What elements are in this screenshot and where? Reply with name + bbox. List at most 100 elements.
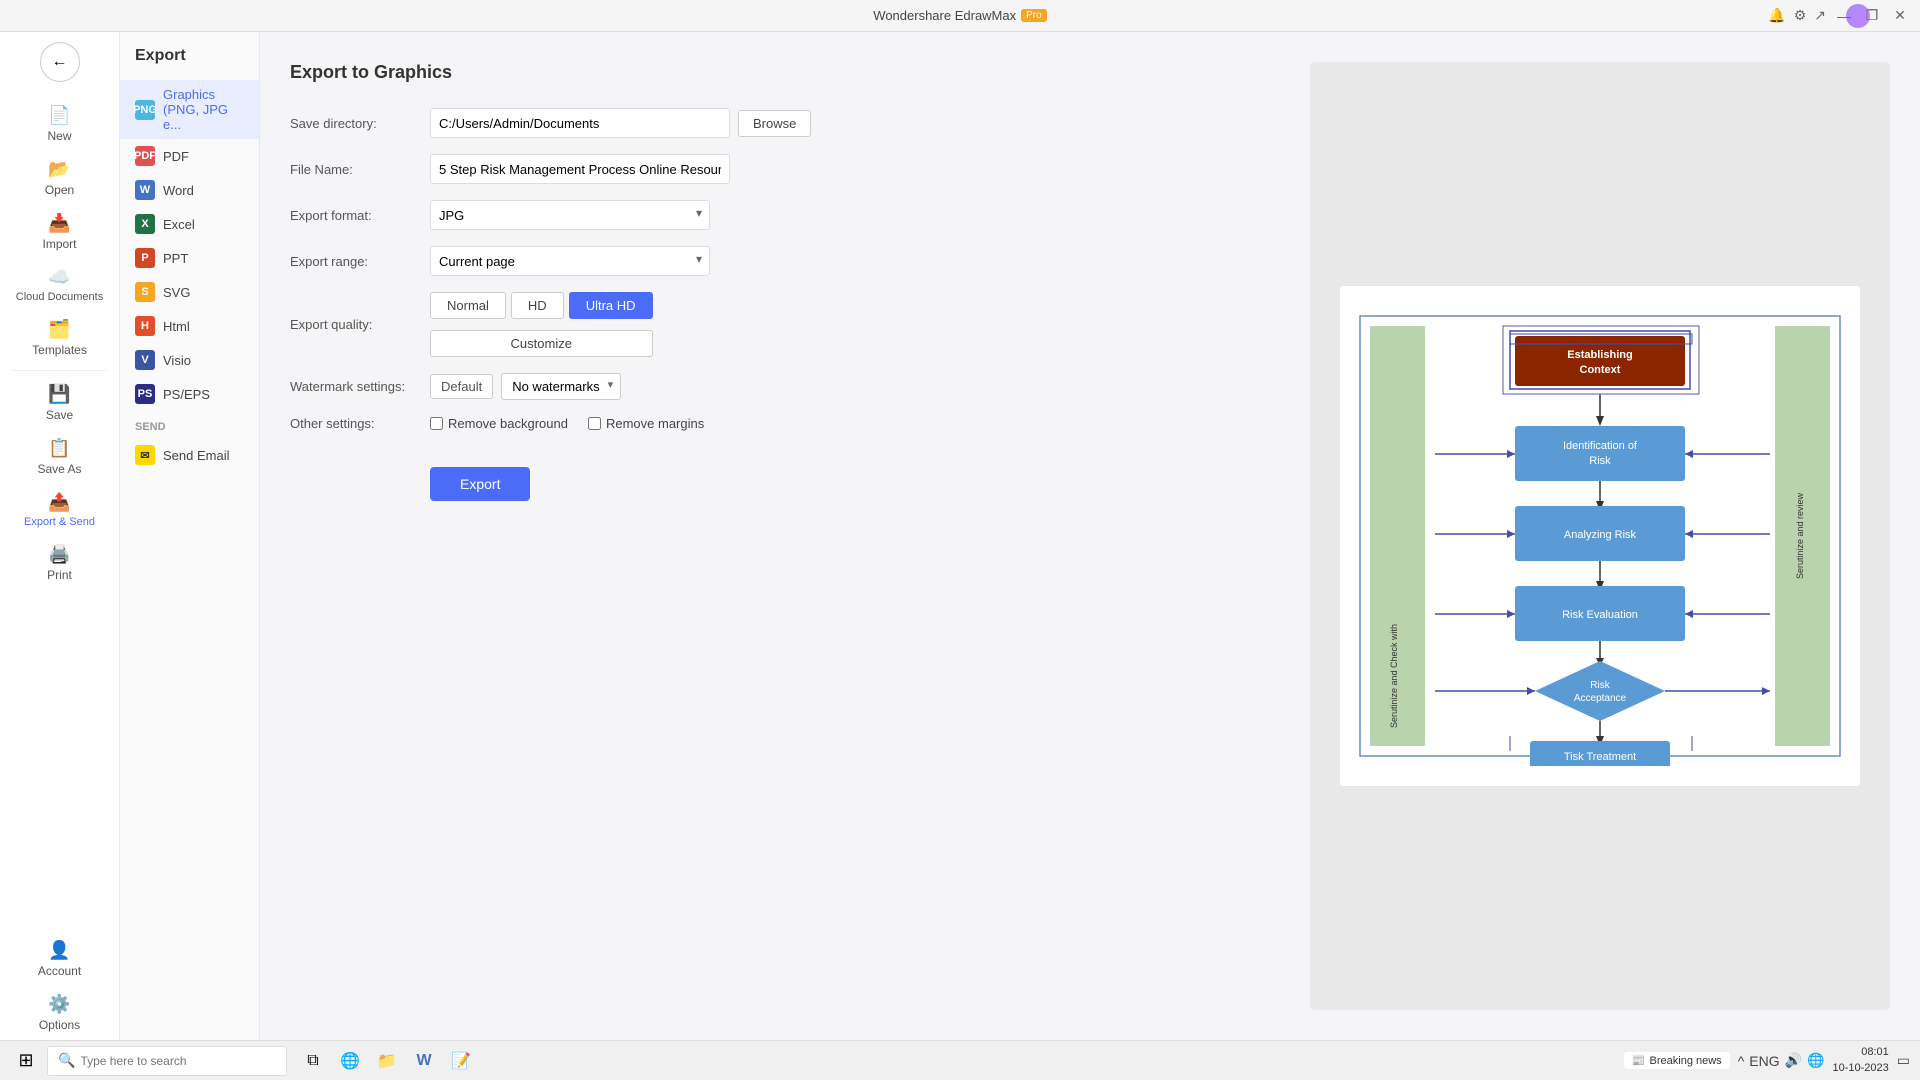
preview-area: Serutinize and Check with Serutinize and… xyxy=(1310,62,1890,1010)
maximize-button[interactable]: ❐ xyxy=(1862,6,1882,26)
back-button[interactable]: ← xyxy=(40,42,80,82)
import-icon: 📥 xyxy=(48,213,70,234)
export-format-html[interactable]: H Html xyxy=(120,309,259,343)
network-icon[interactable]: 🌐 xyxy=(1807,1052,1824,1069)
news-label: Breaking news xyxy=(1650,1055,1722,1067)
print-label: Print xyxy=(47,568,72,582)
watermark-label: Watermark settings: xyxy=(290,379,430,394)
export-range-select-wrapper: Current page All pages Selected pages xyxy=(430,246,710,276)
customize-button[interactable]: Customize xyxy=(430,330,653,357)
account-label: Account xyxy=(38,964,81,978)
export-format-pdf[interactable]: PDF PDF xyxy=(120,139,259,173)
export-range-select[interactable]: Current page All pages Selected pages xyxy=(430,246,710,276)
templates-label: Templates xyxy=(32,343,87,357)
window-controls: 🔔 ⚙ ↗ — ❐ ✕ xyxy=(1768,6,1910,26)
svg-text:Tisk Treatment: Tisk Treatment xyxy=(1564,751,1636,763)
remove-margins-label[interactable]: Remove margins xyxy=(588,416,704,431)
minimize-button[interactable]: — xyxy=(1834,6,1854,26)
export-format-ppt[interactable]: P PPT xyxy=(120,241,259,275)
watermark-select-wrapper: No watermarks Company logo Custom text xyxy=(501,373,621,400)
search-icon: 🔍 xyxy=(58,1052,75,1069)
clock[interactable]: 08:01 10-10-2023 xyxy=(1832,1045,1888,1076)
show-desktop-button[interactable]: ▭ xyxy=(1897,1052,1910,1069)
ppt-label: PPT xyxy=(163,251,188,266)
save-icon: 💾 xyxy=(48,384,70,405)
share-icon[interactable]: ↗ xyxy=(1814,7,1826,24)
quality-group: Normal HD Ultra HD xyxy=(430,292,653,319)
extra-app-button[interactable]: 📝 xyxy=(445,1045,477,1077)
search-input[interactable] xyxy=(80,1054,260,1068)
export-format-select[interactable]: JPG PNG BMP SVG TIFF xyxy=(430,200,710,230)
search-box[interactable]: 🔍 xyxy=(47,1046,287,1076)
ppt-icon: P xyxy=(135,248,155,268)
sidebar: ← 📄 New 📂 Open 📥 Import ☁️ Cloud Documen… xyxy=(0,32,120,1040)
settings-icon[interactable]: ⚙ xyxy=(1794,7,1807,24)
export-format-svg[interactable]: S SVG xyxy=(120,275,259,309)
remove-margins-checkbox[interactable] xyxy=(588,417,601,430)
sidebar-item-account[interactable]: 👤 Account xyxy=(0,932,119,986)
word-label: Word xyxy=(163,183,194,198)
quality-normal-button[interactable]: Normal xyxy=(430,292,506,319)
flowchart-diagram: Serutinize and Check with Serutinize and… xyxy=(1355,301,1845,771)
taskbar-right: 📰 Breaking news ^ ENG 🔊 🌐 08:01 10-10-20… xyxy=(1624,1045,1910,1076)
sidebar-item-cloud[interactable]: ☁️ Cloud Documents xyxy=(0,259,119,311)
task-view-button[interactable]: ⧉ xyxy=(297,1045,329,1077)
export-format-ps[interactable]: PS PS/EPS xyxy=(120,377,259,411)
export-format-excel[interactable]: X Excel xyxy=(120,207,259,241)
close-button[interactable]: ✕ xyxy=(1890,6,1910,26)
export-format-word[interactable]: W Word xyxy=(120,173,259,207)
watermark-preset: Default xyxy=(430,374,493,399)
watermark-group: Default No watermarks Company logo Custo… xyxy=(430,373,621,400)
edge-browser-button[interactable]: 🌐 xyxy=(334,1045,366,1077)
sidebar-item-options[interactable]: ⚙️ Options xyxy=(0,986,119,1040)
export-format-label: Export format: xyxy=(290,208,430,223)
svg-text:Acceptance: Acceptance xyxy=(1574,693,1627,704)
sidebar-item-save[interactable]: 💾 Save xyxy=(0,376,119,430)
main-content: Export to Graphics Save directory: Brows… xyxy=(260,32,1920,1040)
save-label: Save xyxy=(46,408,73,422)
email-label: Send Email xyxy=(163,448,229,463)
svg-icon: S xyxy=(135,282,155,302)
export-format-png[interactable]: PNG Graphics (PNG, JPG e... xyxy=(120,80,259,139)
export-format-visio[interactable]: V Visio xyxy=(120,343,259,377)
png-label: Graphics (PNG, JPG e... xyxy=(163,87,244,132)
volume-icon[interactable]: 🔊 xyxy=(1785,1052,1802,1069)
file-explorer-button[interactable]: 📁 xyxy=(371,1045,403,1077)
lang-icon[interactable]: ENG xyxy=(1749,1053,1779,1069)
excel-label: Excel xyxy=(163,217,195,232)
sidebar-item-new[interactable]: 📄 New xyxy=(0,97,119,151)
account-icon: 👤 xyxy=(48,940,70,961)
send-email[interactable]: ✉ Send Email xyxy=(120,438,259,472)
sidebar-item-saveas[interactable]: 📋 Save As xyxy=(0,430,119,484)
sidebar-item-print[interactable]: 🖨️ Print xyxy=(0,536,119,590)
word-app-button[interactable]: W xyxy=(408,1045,440,1077)
watermark-select[interactable]: No watermarks Company logo Custom text xyxy=(501,373,621,400)
chevron-up-icon[interactable]: ^ xyxy=(1738,1053,1745,1069)
svg-text:Context: Context xyxy=(1580,364,1621,376)
excel-icon: X xyxy=(135,214,155,234)
sidebar-item-import[interactable]: 📥 Import xyxy=(0,205,119,259)
flowchart-svg: Serutinize and Check with Serutinize and… xyxy=(1355,306,1845,766)
quality-hd-button[interactable]: HD xyxy=(511,292,564,319)
remove-margins-text: Remove margins xyxy=(606,416,704,431)
send-section-title: Send xyxy=(120,411,259,438)
file-name-input[interactable] xyxy=(430,154,730,184)
breaking-news[interactable]: 📰 Breaking news xyxy=(1624,1052,1730,1069)
remove-background-text: Remove background xyxy=(448,416,568,431)
sidebar-item-templates[interactable]: 🗂️ Templates xyxy=(0,311,119,365)
sidebar-item-open[interactable]: 📂 Open xyxy=(0,151,119,205)
notifications-icon[interactable]: 🔔 xyxy=(1768,7,1785,24)
remove-background-label[interactable]: Remove background xyxy=(430,416,568,431)
remove-background-checkbox[interactable] xyxy=(430,417,443,430)
browse-button[interactable]: Browse xyxy=(738,110,811,137)
export-format-select-wrapper: JPG PNG BMP SVG TIFF xyxy=(430,200,710,230)
start-button[interactable]: ⊞ xyxy=(10,1045,42,1077)
sidebar-item-export[interactable]: 📤 Export & Send xyxy=(0,484,119,536)
quality-ultrahd-button[interactable]: Ultra HD xyxy=(569,292,653,319)
new-label: New xyxy=(47,129,71,143)
date-display: 10-10-2023 xyxy=(1832,1061,1888,1076)
export-button[interactable]: Export xyxy=(430,467,530,501)
ps-label: PS/EPS xyxy=(163,387,210,402)
save-directory-input[interactable] xyxy=(430,108,730,138)
open-icon: 📂 xyxy=(48,159,70,180)
